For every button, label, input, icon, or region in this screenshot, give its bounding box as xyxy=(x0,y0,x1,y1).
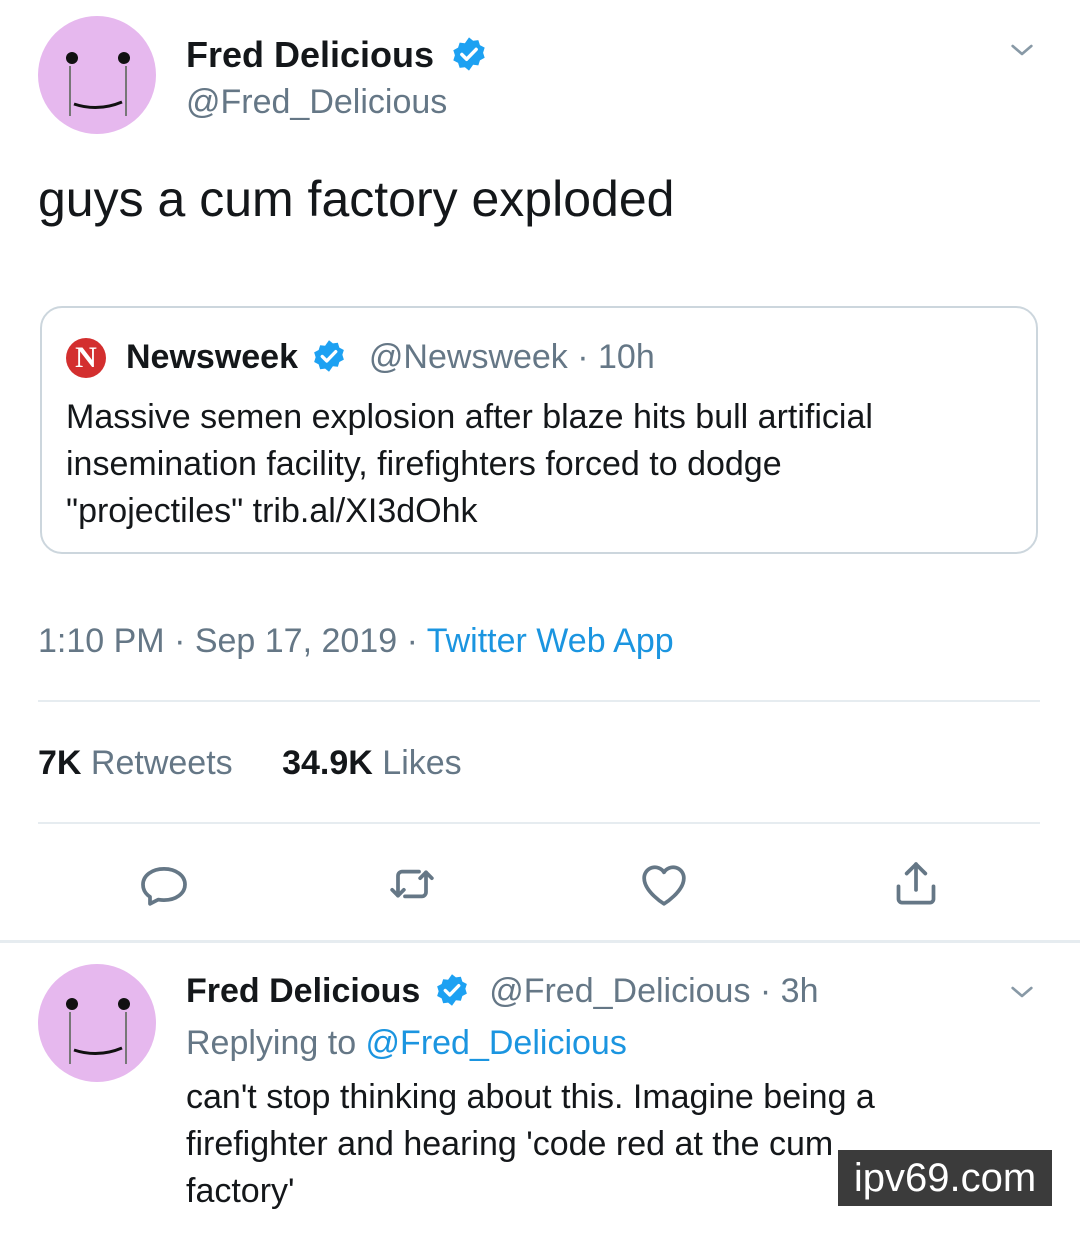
reply-text-line: factory' xyxy=(186,1172,295,1210)
reply-text: can't stop thinking about this. Imagine … xyxy=(186,1074,875,1215)
verified-badge-icon xyxy=(436,974,467,1006)
avatar[interactable] xyxy=(38,16,156,134)
quoted-handle-time: @Newsweek · 10h xyxy=(368,338,655,376)
reply-text-line: can't stop thinking about this. Imagine … xyxy=(186,1078,875,1116)
tweet-meta: 1:10 PM · Sep 17, 2019 · Twitter Web App xyxy=(38,620,674,662)
reply-handle-time: @Fred_Delicious · 3h xyxy=(489,972,819,1010)
divider xyxy=(38,700,1040,702)
likes-count: 34.9K xyxy=(282,744,373,782)
quoted-tweet-text: Massive semen explosion after blaze hits… xyxy=(66,394,873,535)
author-name-row: Fred Delicious xyxy=(186,34,488,76)
smiley-face-avatar-icon xyxy=(66,52,130,116)
verified-badge-icon xyxy=(453,37,485,72)
quoted-text-line: Massive semen explosion after blaze hits… xyxy=(66,398,873,436)
replying-to-link[interactable]: @Fred_Delicious xyxy=(366,1024,627,1062)
quoted-text-line: insemination facility, firefighters forc… xyxy=(66,445,782,483)
author-handle[interactable]: @Fred_Delicious xyxy=(186,82,447,122)
newsweek-logo-letter: N xyxy=(75,341,97,374)
quoted-author-row: Newsweek @Newsweek · 10h xyxy=(126,336,655,378)
tweet-stats: 7K Retweets 34.9K Likes xyxy=(38,742,462,784)
replying-to: Replying to @Fred_Delicious xyxy=(186,1022,627,1064)
likes-stat[interactable]: 34.9K Likes xyxy=(282,744,462,782)
verified-badge-icon xyxy=(314,340,345,372)
newsweek-logo: N xyxy=(66,338,106,378)
likes-label: Likes xyxy=(382,744,462,782)
tweet-text: guys a cum factory exploded xyxy=(38,171,675,227)
divider xyxy=(0,940,1080,943)
retweets-label: Retweets xyxy=(90,744,233,782)
source-link[interactable]: Twitter Web App xyxy=(427,622,674,660)
reply-icon[interactable] xyxy=(136,856,192,912)
smiley-face-avatar-icon xyxy=(66,998,130,1064)
watermark: ipv69.com xyxy=(838,1150,1052,1206)
author-name[interactable]: Fred Delicious xyxy=(186,34,434,75)
retweets-count: 7K xyxy=(38,744,82,782)
retweet-icon[interactable] xyxy=(384,856,440,912)
reply-author-row: Fred Delicious @Fred_Delicious · 3h xyxy=(186,970,819,1012)
chevron-down-icon[interactable] xyxy=(1006,34,1038,66)
reply-avatar[interactable] xyxy=(38,964,156,1082)
timestamp[interactable]: 1:10 PM · Sep 17, 2019 · xyxy=(38,622,427,660)
divider xyxy=(38,822,1040,824)
share-icon[interactable] xyxy=(888,856,944,912)
quoted-text-line: "projectiles" trib.al/XI3dOhk xyxy=(66,492,478,530)
reply-author-name[interactable]: Fred Delicious xyxy=(186,972,420,1010)
retweets-stat[interactable]: 7K Retweets xyxy=(38,744,242,782)
quoted-author-name[interactable]: Newsweek xyxy=(126,338,298,376)
replying-to-label: Replying to xyxy=(186,1024,366,1062)
reply-text-line: firefighter and hearing 'code red at the… xyxy=(186,1125,834,1163)
chevron-down-icon[interactable] xyxy=(1006,976,1038,1008)
like-icon[interactable] xyxy=(636,856,692,912)
